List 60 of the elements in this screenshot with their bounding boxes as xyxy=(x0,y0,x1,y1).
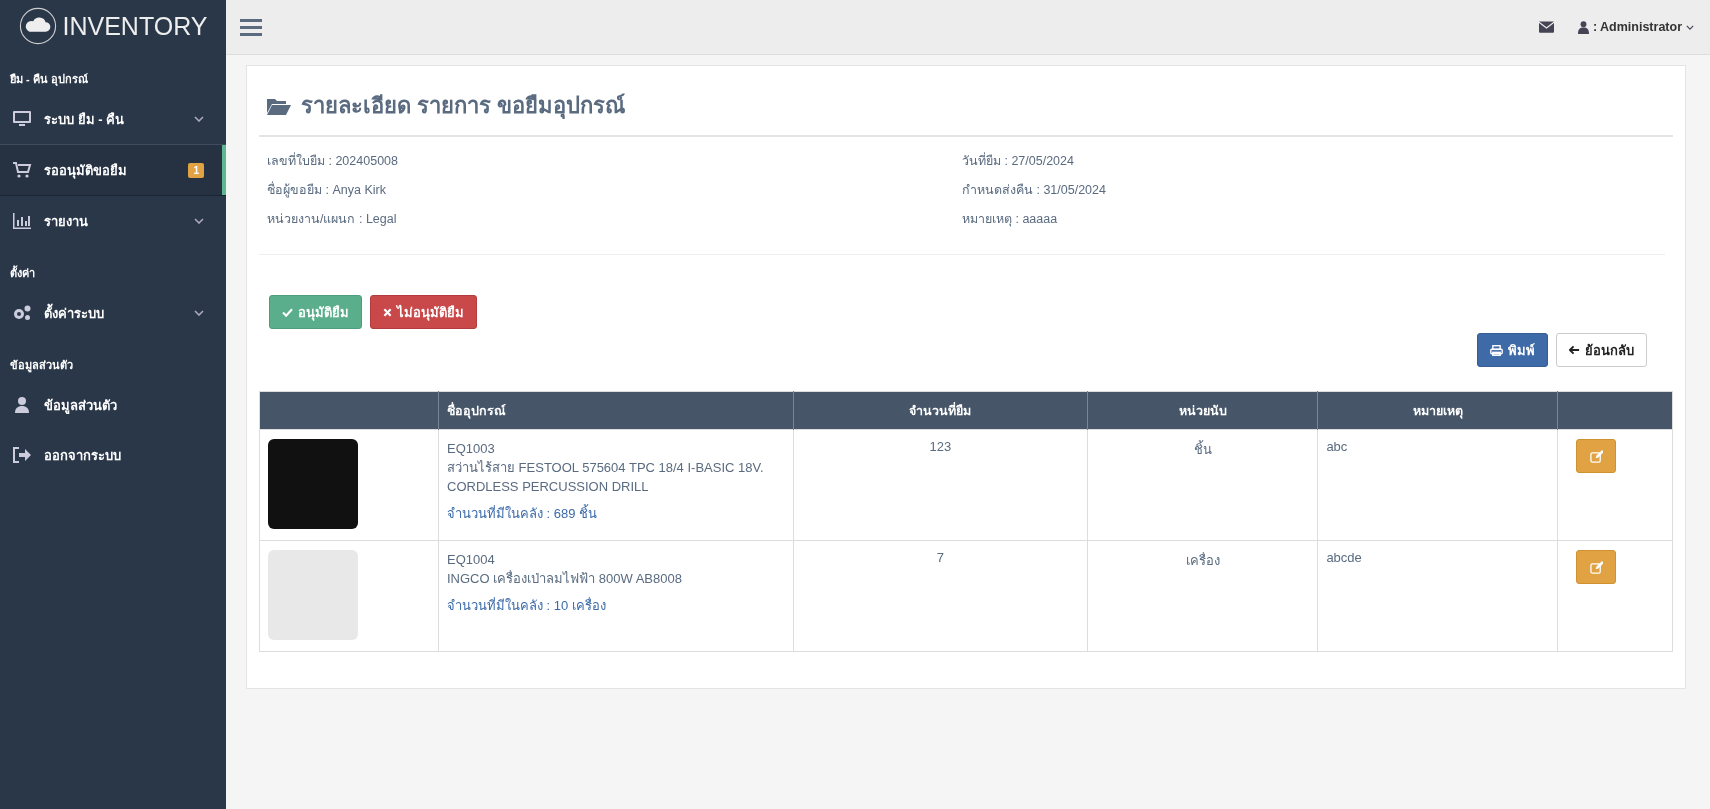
equipment-name: สว่านไร้สาย FESTOOL 575604 TPC 18/4 I-BASIC 18V. CORDLESS PERCUSSION DRILL xyxy=(447,459,765,496)
user-menu[interactable]: : Administrator xyxy=(1577,20,1694,34)
brand-title: INVENTORY xyxy=(62,11,208,41)
edit-button[interactable] xyxy=(1576,439,1616,473)
table-cell: 7 xyxy=(936,550,945,565)
equipment-code: EQ1003 xyxy=(447,440,496,458)
equipment-name: INGCO เครื่องเป่าลมไฟฟ้า 800W AB8008 xyxy=(447,569,683,588)
table-cell: abcde xyxy=(1326,550,1362,565)
detail-text: หมายเหตุ : aaaaa xyxy=(962,211,1059,229)
sidebar-item[interactable]: ตั้งค่าระบบ xyxy=(0,288,226,338)
sidebar-item[interactable]: ข้อมูลส่วนตัว xyxy=(0,380,226,430)
table-cell: 123 xyxy=(929,439,952,454)
back-button[interactable]: ย้อนกลับ xyxy=(1556,333,1647,367)
sidebar-section-title: ยืม - คืน อุปกรณ์ xyxy=(9,72,89,88)
arrow-left-icon xyxy=(1569,345,1580,355)
check-icon xyxy=(282,307,293,317)
printer-icon xyxy=(1490,344,1503,356)
user-icon xyxy=(1577,20,1589,34)
sidebar-section-title: ตั้งค่า xyxy=(9,264,36,281)
edit-button[interactable] xyxy=(1576,550,1616,584)
sidebar-item[interactable]: รายงาน xyxy=(0,196,226,246)
count-badge: 1 xyxy=(188,162,204,178)
user-icon xyxy=(12,396,32,414)
stock-text: จำนวนที่มีในคลัง : 689 ชิ้น xyxy=(447,504,599,523)
sidebar-section-title: ข้อมูลส่วนตัว xyxy=(9,358,74,375)
detail-text: วันที่ยืม : 27/05/2024 xyxy=(962,151,1075,170)
cloud-logo-icon xyxy=(18,7,57,45)
signout-icon xyxy=(12,446,32,464)
caret-icon xyxy=(1686,24,1694,30)
detail-text: กำหนดส่งคืน : 31/05/2024 xyxy=(962,182,1107,199)
envelope-icon[interactable] xyxy=(1538,21,1554,33)
page-title: รายละเอียด รายการ ขอยืมอุปกรณ์ xyxy=(301,92,626,121)
edit-icon xyxy=(1589,560,1603,574)
column-header: หน่วยนับ xyxy=(1178,403,1227,418)
sidebar-item[interactable]: รออนุมัติขอยืม 1 xyxy=(0,144,226,196)
detail-text: ชื่อผู้ขอยืม : Anya Kirk xyxy=(267,180,387,200)
reject-button[interactable]: ไม่อนุมัติยืม xyxy=(370,295,477,329)
detail-text: หน่วยงาน/แผนก : Legal xyxy=(267,211,398,228)
menu-icon[interactable] xyxy=(240,18,262,36)
sidebar-item[interactable]: ระบบ ยืม - คืน xyxy=(0,94,226,144)
print-button[interactable]: พิมพ์ xyxy=(1477,333,1548,367)
stock-text: จำนวนที่มีในคลัง : 10 เครื่อง xyxy=(447,596,607,615)
column-header: ชื่ออุปกรณ์ xyxy=(447,403,506,418)
chevron-down-icon xyxy=(194,218,204,224)
column-header: หมายเหตุ xyxy=(1412,403,1463,418)
chevron-down-icon xyxy=(194,310,204,316)
table-cell: abc xyxy=(1326,439,1348,454)
cart-icon xyxy=(12,161,32,179)
edit-icon xyxy=(1589,449,1603,463)
equipment-code: EQ1004 xyxy=(447,551,496,569)
table-cell: เครื่อง xyxy=(1185,553,1220,568)
monitor-icon xyxy=(12,110,32,128)
chart-icon xyxy=(12,212,32,230)
folder-icon xyxy=(267,96,291,115)
table-cell: ชิ้น xyxy=(1193,442,1212,457)
chevron-down-icon xyxy=(194,116,204,122)
sidebar-item[interactable]: ออกจากระบบ xyxy=(0,430,226,480)
detail-text: เลขที่ใบยืม : 202405008 xyxy=(267,151,399,170)
cross-icon xyxy=(383,307,392,317)
column-header: จำนวนที่ยืม xyxy=(909,403,972,418)
